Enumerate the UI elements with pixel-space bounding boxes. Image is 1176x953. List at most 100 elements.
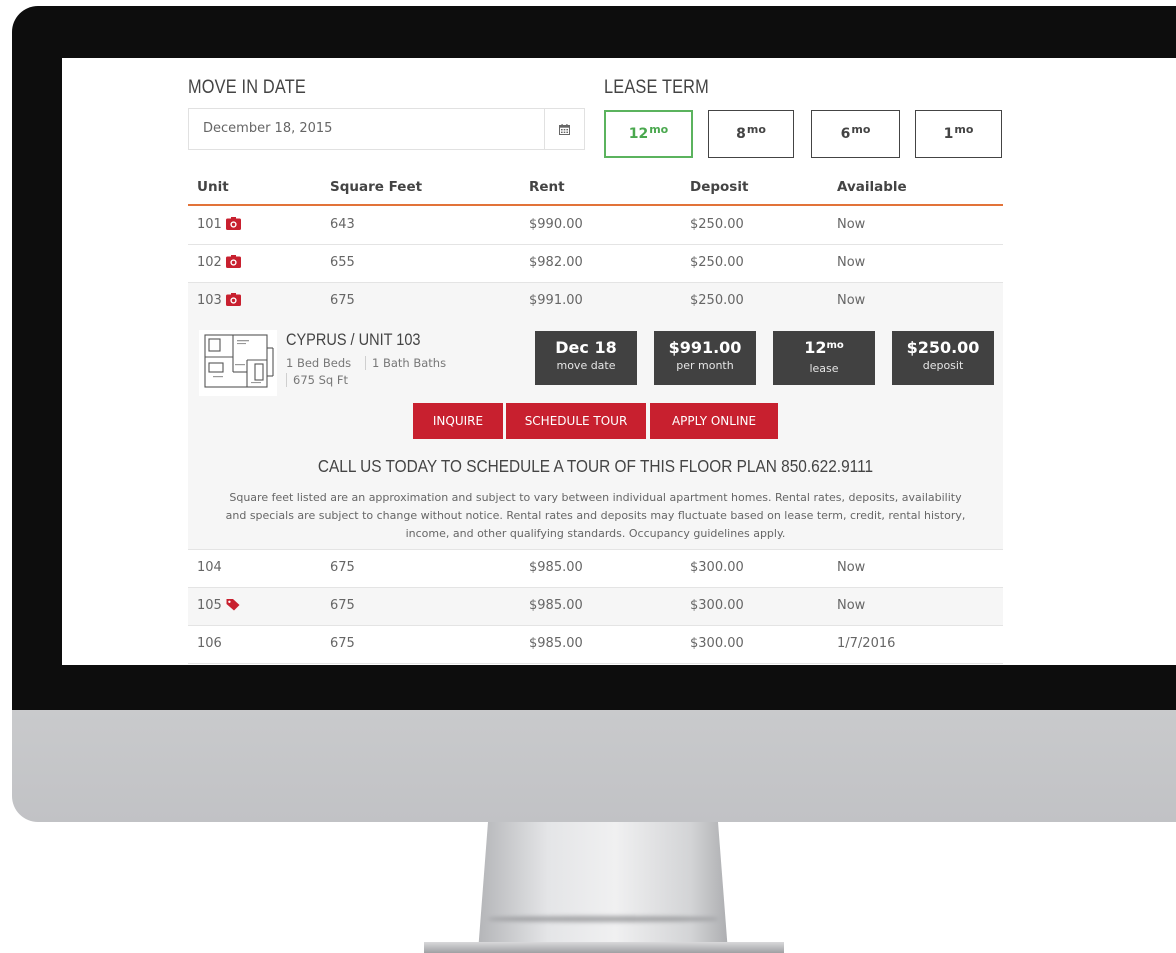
lease-term-8mo-button[interactable]: 8 mo: [708, 110, 794, 158]
rent-stat: $991.00 per month: [654, 331, 756, 385]
move-date-value: Dec 18: [555, 338, 617, 357]
lease-label: lease: [809, 362, 839, 375]
unit-cell: 101: [197, 217, 241, 234]
square-feet-cell: 675: [330, 293, 355, 308]
monitor-chin: [12, 710, 1176, 822]
square-feet-cell: 655: [330, 255, 355, 270]
lease-term-heading: LEASE TERM: [604, 77, 709, 98]
column-header-available: Available: [837, 179, 907, 195]
lease-term-value: 8: [736, 126, 746, 142]
deposit-cell: $300.00: [690, 560, 744, 575]
table-row[interactable]: 106 675 $985.00 $300.00 1/7/2016: [188, 626, 1003, 664]
lease-term-value: 6: [840, 126, 851, 142]
rent-cell: $991.00: [529, 293, 583, 308]
unit-number: 103: [197, 293, 222, 308]
move-in-date-value: December 18, 2015: [203, 121, 333, 136]
disclaimer: Square feet listed are an approximation …: [188, 489, 1003, 543]
available-cell: Now: [837, 217, 866, 232]
monitor-stand-base: [424, 942, 784, 953]
tag-icon[interactable]: [226, 598, 240, 615]
move-in-date-heading: MOVE IN DATE: [188, 77, 306, 98]
baths-label: 1 Bath Baths: [372, 356, 447, 370]
move-date-stat: Dec 18 move date: [535, 331, 637, 385]
available-cell: Now: [837, 598, 866, 613]
rent-value: $991.00: [668, 338, 742, 357]
camera-icon[interactable]: [225, 217, 241, 234]
divider: [286, 373, 287, 387]
square-feet-cell: 675: [330, 598, 355, 613]
column-header-unit: Unit: [197, 179, 229, 195]
rent-label: per month: [676, 359, 734, 372]
inquire-button[interactable]: INQUIRE: [413, 403, 503, 439]
lease-term-1mo-button[interactable]: 1 mo: [915, 110, 1002, 158]
table-header: Unit Square Feet Rent Deposit Available: [188, 173, 1003, 206]
unit-cell: 105: [197, 598, 240, 615]
rent-cell: $985.00: [529, 636, 583, 651]
unit-number: 101: [197, 217, 222, 232]
square-feet-cell: 675: [330, 560, 355, 575]
unit-number: 104: [197, 560, 222, 575]
stand-shadow: [488, 916, 718, 922]
rent-cell: $982.00: [529, 255, 583, 270]
lease-unit: mo: [826, 340, 844, 351]
beds-label: 1 Bed Beds: [286, 356, 352, 370]
table-row[interactable]: 105 675 $985.00 $300.00 Now: [188, 588, 1003, 626]
camera-icon[interactable]: [225, 293, 241, 310]
lease-term-unit: mo: [746, 122, 766, 136]
lease-number: 12: [804, 338, 827, 357]
rent-cell: $985.00: [529, 598, 583, 613]
unit-cell: 104: [197, 560, 222, 575]
calendar-icon[interactable]: [544, 109, 584, 149]
deposit-cell: $300.00: [690, 636, 744, 651]
call-to-action-text: CALL US TODAY TO SCHEDULE A TOUR OF THIS…: [317, 456, 874, 476]
unit-detail-panel: CYPRUS / UNIT 103 1 Bed Beds 1 Bath Bath…: [188, 321, 1003, 550]
column-header-square-feet: Square Feet: [330, 179, 423, 195]
rent-cell: $990.00: [529, 217, 583, 232]
disclaimer-line: income, and other qualifying standards. …: [405, 527, 786, 540]
camera-icon[interactable]: [225, 255, 241, 272]
lease-term-unit: mo: [954, 122, 974, 136]
lease-term-6mo-button[interactable]: 6 mo: [811, 110, 900, 158]
unit-number: 106: [197, 636, 222, 651]
square-feet-cell: 643: [330, 217, 355, 232]
square-feet-cell: 675: [330, 636, 355, 651]
lease-stat-value: 12mo: [773, 338, 875, 360]
table-row[interactable]: 102 655 $982.00 $250.00 Now: [188, 245, 1003, 283]
deposit-label: deposit: [922, 359, 964, 372]
schedule-tour-button[interactable]: SCHEDULE TOUR: [506, 403, 646, 439]
move-in-date-field[interactable]: December 18, 2015: [188, 108, 585, 150]
unit-number: 105: [197, 598, 222, 613]
call-to-action: CALL US TODAY TO SCHEDULE A TOUR OF THIS…: [188, 456, 1003, 477]
available-cell: Now: [837, 293, 866, 308]
table-row-selected[interactable]: 103 675 $991.00 $250.00 Now: [188, 283, 1003, 321]
lease-term-value: 1: [943, 126, 954, 142]
available-cell: Now: [837, 255, 866, 270]
column-header-deposit: Deposit: [690, 179, 749, 195]
sqft-label: 675 Sq Ft: [293, 373, 348, 387]
lease-term-12mo-button[interactable]: 12 mo: [604, 110, 693, 158]
deposit-cell: $250.00: [690, 217, 744, 232]
table-row[interactable]: 104 675 $985.00 $300.00 Now: [188, 550, 1003, 588]
lease-term-unit: mo: [649, 122, 669, 136]
floor-plan-title: CYPRUS / UNIT 103: [286, 331, 421, 349]
deposit-value: $250.00: [906, 338, 980, 357]
column-header-rent: Rent: [529, 179, 565, 195]
disclaimer-line: and specials are subject to change witho…: [225, 509, 966, 522]
deposit-stat: $250.00 deposit: [892, 331, 994, 385]
unit-number: 102: [197, 255, 222, 270]
lease-term-value: 12: [628, 126, 649, 142]
monitor-stand: [478, 822, 728, 952]
unit-cell: 102: [197, 255, 241, 272]
available-cell: Now: [837, 560, 866, 575]
apply-online-button[interactable]: APPLY ONLINE: [650, 403, 778, 439]
divider: [365, 356, 366, 370]
floor-plan-thumbnail[interactable]: [199, 330, 277, 396]
table-row[interactable]: 101 643 $990.00 $250.00 Now: [188, 207, 1003, 245]
move-date-label: move date: [556, 359, 616, 372]
deposit-cell: $250.00: [690, 255, 744, 270]
deposit-cell: $250.00: [690, 293, 744, 308]
screen: MOVE IN DATE December 18, 2015 LEASE TER…: [62, 58, 1176, 665]
unit-cell: 106: [197, 636, 222, 651]
lease-stat: 12mo lease: [773, 331, 875, 385]
available-cell: 1/7/2016: [837, 636, 896, 651]
